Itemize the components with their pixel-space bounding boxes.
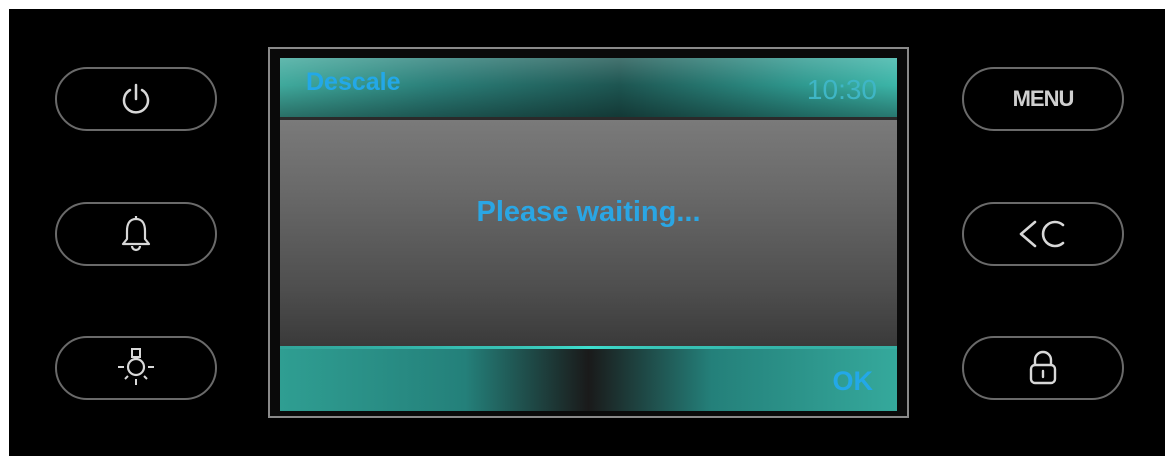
title-bar: Descale 10:30 (280, 58, 897, 118)
display-screen: Descale 10:30 Please waiting... OK (280, 58, 897, 411)
light-button[interactable] (55, 336, 217, 400)
back-button[interactable] (962, 202, 1124, 266)
back-icon (1017, 217, 1069, 251)
power-icon (121, 82, 151, 116)
bottom-bar: OK (280, 346, 897, 411)
ok-button[interactable]: OK (833, 366, 874, 397)
screen-title: Descale (306, 68, 401, 96)
alarm-button[interactable] (55, 202, 217, 266)
menu-button[interactable]: MENU (962, 67, 1124, 131)
lock-button[interactable] (962, 336, 1124, 400)
clock-display: 10:30 (806, 74, 877, 105)
content-area: Please waiting... (280, 120, 897, 346)
power-button[interactable] (55, 67, 217, 131)
light-icon (114, 347, 158, 389)
bell-icon (119, 215, 153, 253)
status-message: Please waiting... (476, 196, 701, 228)
menu-button-label: MENU (1012, 86, 1075, 111)
lock-icon (1028, 350, 1058, 386)
